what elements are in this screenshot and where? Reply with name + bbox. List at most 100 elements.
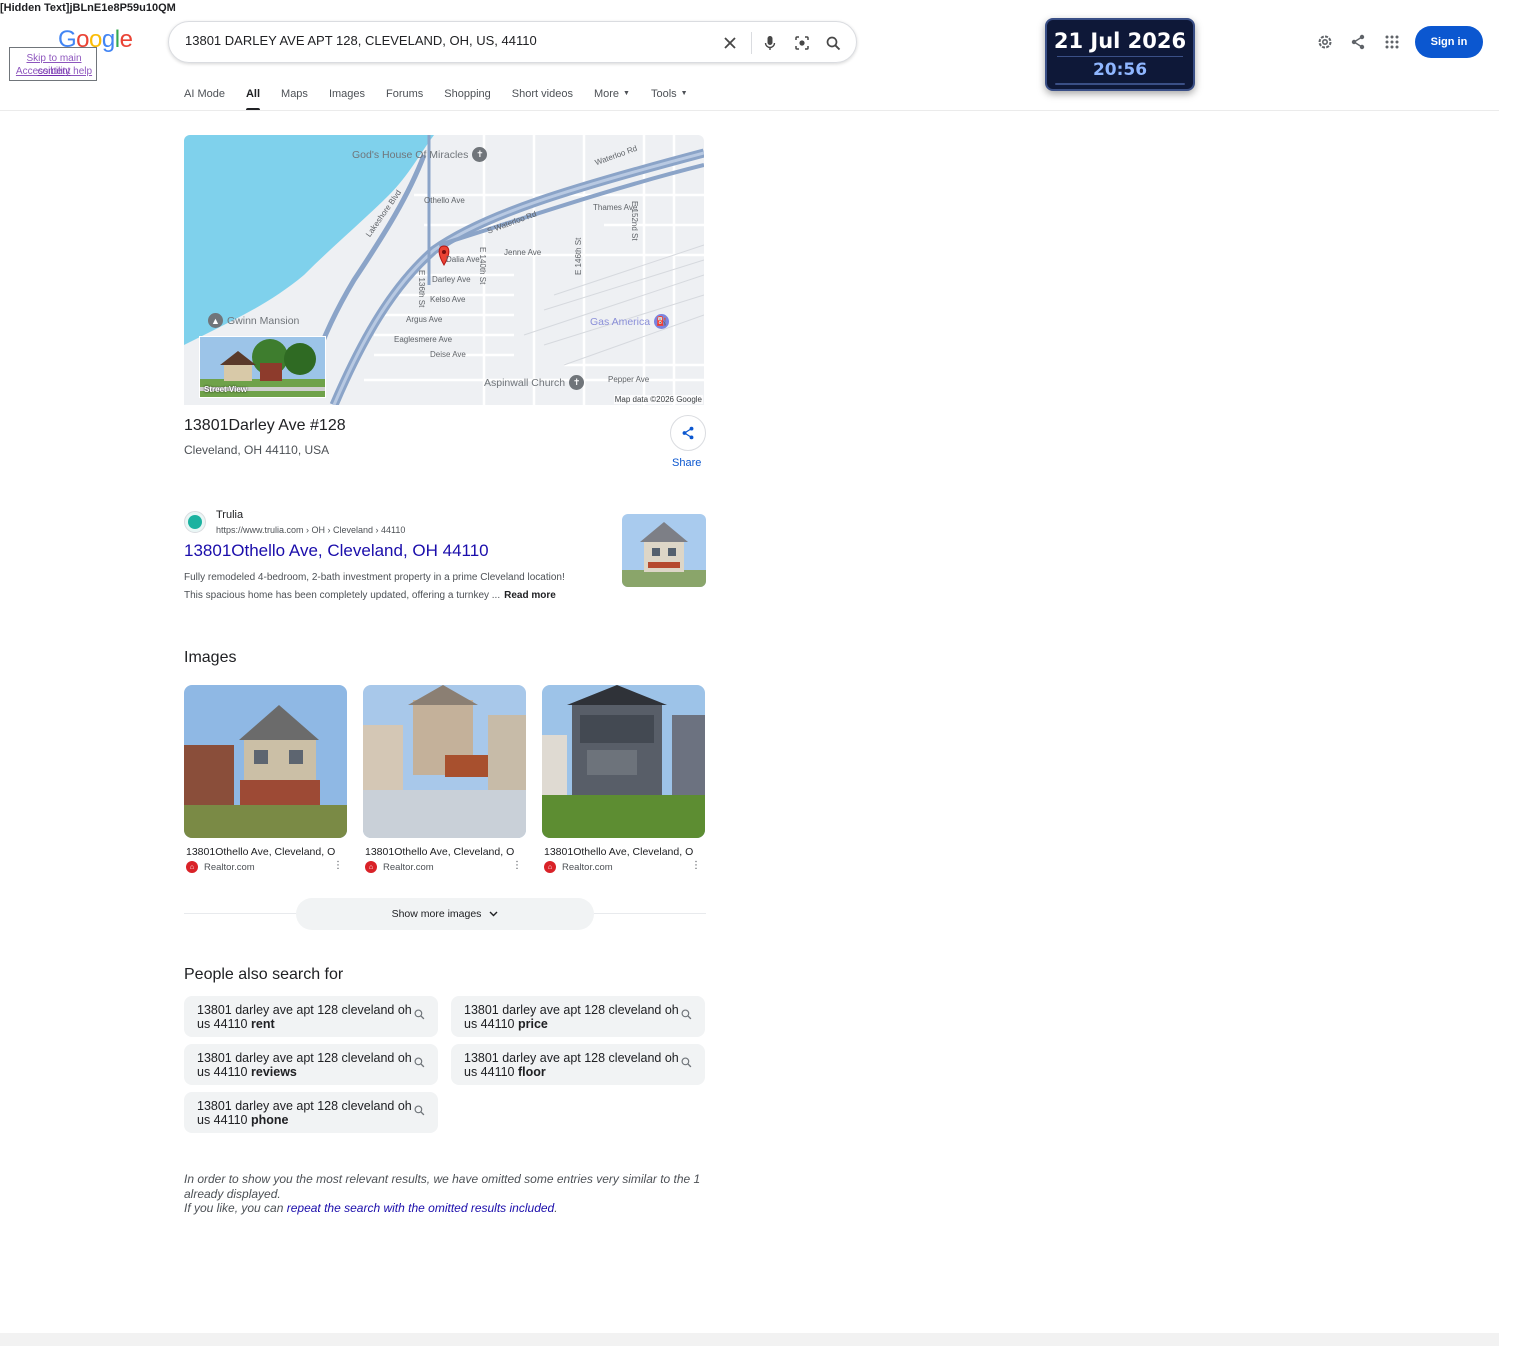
map-street-label: Argus Ave — [406, 315, 443, 324]
poi-label: Gas America — [590, 315, 651, 328]
omitted-prefix: If you like, you can — [184, 1201, 284, 1215]
result-site-name[interactable]: Trulia — [216, 509, 243, 521]
chip-text: 13801 darley ave apt 128 cleveland oh us… — [197, 1099, 412, 1127]
realtor-logo-icon: ⌂ — [186, 861, 198, 873]
map-credit: Map data ©2026 Google — [613, 395, 703, 404]
map-street-label: Deise Ave — [430, 350, 466, 359]
clear-icon[interactable] — [719, 32, 741, 54]
place-address: Cleveland, OH 44110, USA — [184, 443, 330, 457]
show-more-images-button[interactable]: Show more images — [296, 898, 594, 930]
source-label: Realtor.com — [204, 861, 255, 873]
tab-label: Shopping — [444, 88, 491, 100]
chip-text: 13801 darley ave apt 128 cleveland oh us… — [197, 1003, 412, 1031]
related-search-chip[interactable]: 13801 darley ave apt 128 cleveland oh us… — [451, 1044, 705, 1085]
chip-bold: floor — [518, 1065, 546, 1079]
tab-ai-mode[interactable]: AI Mode — [184, 88, 225, 110]
source-label: Realtor.com — [562, 861, 613, 873]
map-street-label: E 152nd St — [630, 201, 639, 241]
place-name: 13801Darley Ave #128 — [184, 417, 346, 434]
search-icon[interactable] — [822, 32, 844, 54]
datetime-underline — [1055, 83, 1185, 85]
tab-tools[interactable]: Tools ▼ — [651, 88, 688, 110]
result-url[interactable]: https://www.trulia.com › OH › Cleveland … — [216, 525, 405, 535]
search-icon — [681, 1057, 692, 1071]
image-result-card[interactable]: 13801Othello Ave, Cleveland, O ⌂ Realtor.… — [184, 685, 347, 873]
date-text: 21 Jul 2026 — [1053, 29, 1187, 53]
image-source: ⌂ Realtor.com ⋮ — [184, 860, 347, 873]
street-view-thumbnail[interactable]: Street View — [199, 336, 326, 398]
tab-label: Tools — [650, 88, 677, 100]
map-street-label: E 136th St — [417, 270, 426, 308]
logo-letter: e — [119, 26, 133, 53]
datetime-overlay: 21 Jul 2026 20:56 — [1045, 18, 1195, 91]
trulia-favicon-icon — [184, 511, 206, 533]
image-result-card[interactable]: 13801Othello Ave, Cleveland, O ⌂ Realtor.… — [542, 685, 705, 873]
result-title-link[interactable]: 13801Othello Ave, Cleveland, OH 44110 — [184, 541, 489, 561]
tab-label: Images — [328, 88, 366, 100]
sign-in-button[interactable]: Sign in — [1415, 26, 1483, 58]
tab-shopping[interactable]: Shopping — [444, 88, 491, 110]
more-options-icon[interactable]: ⋮ — [691, 860, 701, 871]
people-also-search-heading: People also search for — [184, 966, 344, 983]
settings-gear-icon[interactable] — [1314, 31, 1336, 53]
accessibility-help-link[interactable]: Accessibility help — [10, 65, 98, 78]
share-icon — [682, 426, 694, 440]
omitted-text: In order to show you the most relevant r… — [184, 1172, 701, 1201]
image-source: ⌂ Realtor.com ⋮ — [542, 860, 705, 873]
related-search-chip[interactable]: 13801 darley ave apt 128 cleveland oh us… — [184, 1044, 438, 1085]
lens-search-icon[interactable] — [791, 32, 813, 54]
share-label[interactable]: Share — [672, 457, 701, 469]
search-divider — [751, 32, 752, 54]
map-street-label: Darley Ave — [432, 275, 471, 284]
tab-label: Forums — [386, 88, 424, 100]
search-input[interactable] — [185, 33, 705, 48]
search-bar — [168, 21, 857, 63]
map-poi[interactable]: ▲ Gwinn Mansion — [208, 313, 299, 328]
street-view-label: Street View — [204, 385, 247, 394]
related-search-chip[interactable]: 13801 darley ave apt 128 cleveland oh us… — [184, 996, 438, 1037]
tab-images[interactable]: Images — [329, 88, 365, 110]
realtor-logo-icon: ⌂ — [365, 861, 377, 873]
datetime-separator — [1057, 56, 1183, 57]
search-icon — [414, 1057, 425, 1071]
search-icon — [414, 1105, 425, 1119]
map-poi[interactable]: Aspinwall Church ✝ — [484, 375, 585, 390]
chip-bold: price — [518, 1017, 548, 1031]
tab-forums[interactable]: Forums — [386, 88, 423, 110]
tab-more[interactable]: More ▼ — [594, 88, 630, 110]
map-poi[interactable]: Gas America ⛽ — [590, 314, 670, 329]
image-result-photo[interactable] — [542, 685, 705, 838]
share-button[interactable] — [670, 415, 706, 451]
search-icon — [681, 1009, 692, 1023]
hidden-text-id: [Hidden Text]jBLnE1e8P59u10QM — [0, 2, 176, 14]
image-caption: 13801Othello Ave, Cleveland, O — [365, 846, 515, 858]
more-options-icon[interactable]: ⋮ — [512, 860, 522, 871]
image-result-card[interactable]: 13801Othello Ave, Cleveland, O ⌂ Realtor.… — [363, 685, 526, 873]
image-result-photo[interactable] — [184, 685, 347, 838]
apps-grid-icon[interactable] — [1381, 31, 1403, 53]
omitted-suffix: . — [554, 1201, 558, 1215]
location-map[interactable]: Waterloo Rd S Waterloo Rd Lakeshore Blvd… — [184, 135, 704, 405]
google-logo[interactable]: Google — [58, 26, 133, 54]
repeat-search-link[interactable]: repeat the search with the omitted resul… — [287, 1201, 554, 1215]
result-thumbnail[interactable] — [622, 514, 706, 587]
read-more-link[interactable]: Read more — [504, 590, 556, 601]
map-street-label: Eaglesmere Ave — [394, 335, 453, 344]
share-icon[interactable] — [1347, 31, 1369, 53]
related-search-chip[interactable]: 13801 darley ave apt 128 cleveland oh us… — [451, 996, 705, 1037]
church-icon: ✝ — [472, 147, 488, 162]
image-result-photo[interactable] — [363, 685, 526, 838]
more-options-icon[interactable]: ⋮ — [333, 860, 343, 871]
related-search-chip[interactable]: 13801 darley ave apt 128 cleveland oh us… — [184, 1092, 438, 1133]
tab-short-videos[interactable]: Short videos — [512, 88, 573, 110]
map-street-label: Pepper Ave — [608, 375, 650, 384]
map-poi[interactable]: God's House Of Miracles ✝ — [352, 147, 488, 162]
chip-text: 13801 darley ave apt 128 cleveland oh us… — [464, 1051, 679, 1079]
chevron-down-icon — [489, 911, 498, 917]
logo-letter: o — [76, 26, 90, 53]
map-street-label: Othello Ave — [424, 196, 465, 205]
chip-bold: phone — [251, 1113, 289, 1127]
tab-maps[interactable]: Maps — [281, 88, 308, 110]
tab-all[interactable]: All — [245, 88, 261, 111]
voice-search-icon[interactable] — [759, 32, 781, 54]
